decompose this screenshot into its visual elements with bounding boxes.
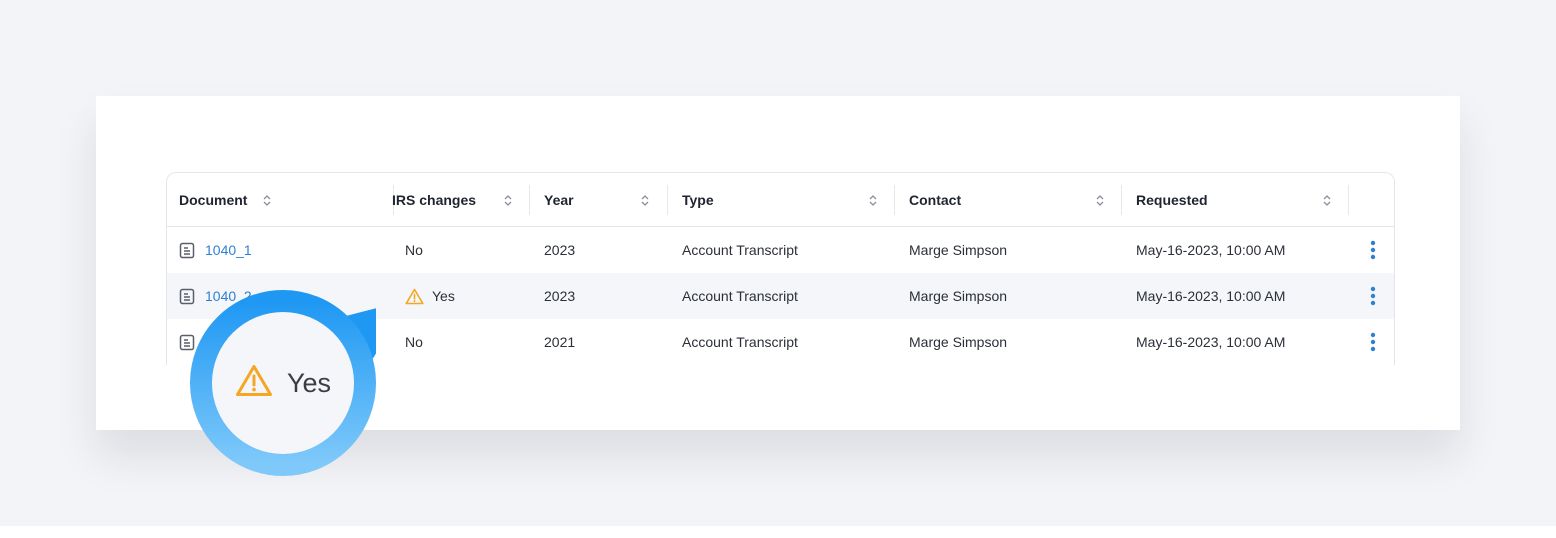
irs-changes-value: Yes xyxy=(432,288,455,304)
table-header: Document IRS changes Year Type Contact R… xyxy=(167,173,1394,227)
sort-icon[interactable] xyxy=(503,173,513,227)
cell-requested: May-16-2023, 10:00 AM xyxy=(1136,242,1286,258)
cell-irs-changes: No xyxy=(405,334,423,350)
document-link[interactable]: 1040_1 xyxy=(205,242,252,258)
col-header-document[interactable]: Document xyxy=(179,173,247,227)
sort-icon[interactable] xyxy=(640,173,650,227)
warning-icon xyxy=(405,288,424,305)
column-divider[interactable] xyxy=(529,185,530,215)
row-actions-icon[interactable] xyxy=(1367,273,1379,319)
cell-contact: Marge Simpson xyxy=(909,334,1008,350)
cell-type: Account Transcript xyxy=(682,242,798,258)
magnifier-lens: Yes xyxy=(212,312,354,454)
column-divider[interactable] xyxy=(1121,185,1122,215)
magnifier-label: Yes xyxy=(286,367,332,398)
row-actions-icon[interactable] xyxy=(1367,319,1379,365)
col-header-label: Document xyxy=(179,192,248,208)
col-header-label: Year xyxy=(544,192,574,208)
warning-icon xyxy=(235,364,273,402)
sort-icon[interactable] xyxy=(868,173,878,227)
column-divider[interactable] xyxy=(1348,185,1349,215)
sort-icon[interactable] xyxy=(262,173,272,227)
cell-year: 2021 xyxy=(544,334,576,350)
col-header-label: IRS changes xyxy=(392,192,477,208)
cell-requested: May-16-2023, 10:00 AM xyxy=(1136,288,1286,304)
col-header-type[interactable]: Type xyxy=(682,173,714,227)
cell-type: Account Transcript xyxy=(682,334,798,350)
col-header-label: Requested xyxy=(1136,192,1208,208)
col-header-contact[interactable]: Contact xyxy=(909,173,961,227)
cell-year: 2023 xyxy=(544,288,576,304)
col-header-irs-changes[interactable]: IRS changes xyxy=(392,173,476,227)
col-header-label: Contact xyxy=(909,192,962,208)
magnifier-callout: Yes xyxy=(190,290,376,476)
col-header-label: Type xyxy=(682,192,714,208)
cell-irs-changes: Yes xyxy=(405,273,455,319)
cell-document: 1040_1 xyxy=(179,227,252,273)
cell-requested: May-16-2023, 10:00 AM xyxy=(1136,334,1286,350)
row-actions-icon[interactable] xyxy=(1367,227,1379,273)
cell-type: Account Transcript xyxy=(682,288,798,304)
column-divider[interactable] xyxy=(667,185,668,215)
cell-irs-changes: No xyxy=(405,242,423,258)
cell-contact: Marge Simpson xyxy=(909,288,1008,304)
sort-icon[interactable] xyxy=(1095,173,1105,227)
col-header-requested[interactable]: Requested xyxy=(1136,173,1208,227)
sort-icon[interactable] xyxy=(1322,173,1332,227)
cell-contact: Marge Simpson xyxy=(909,242,1008,258)
document-icon xyxy=(179,242,195,259)
cell-year: 2023 xyxy=(544,242,576,258)
column-divider[interactable] xyxy=(894,185,895,215)
table-row[interactable]: 1040_1 No 2023 Account Transcript Marge … xyxy=(167,227,1394,273)
col-header-year[interactable]: Year xyxy=(544,173,574,227)
